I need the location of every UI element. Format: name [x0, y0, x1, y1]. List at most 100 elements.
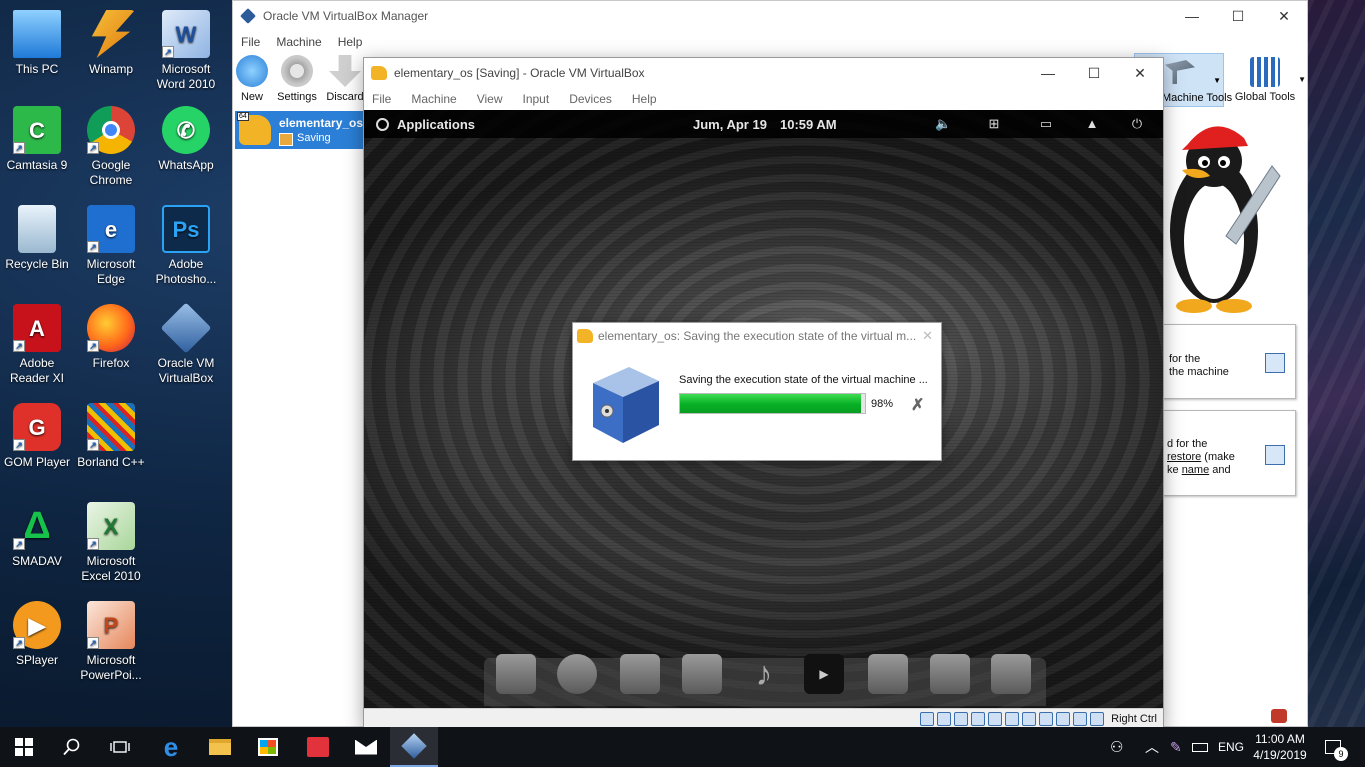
- desktop-icon-virtualbox[interactable]: Oracle VM VirtualBox: [149, 302, 223, 386]
- welcome-card-machine[interactable]: for the the machine: [1162, 324, 1296, 399]
- global-tools-button[interactable]: Global Tools ▼: [1230, 53, 1306, 107]
- video-capture-icon[interactable]: [1039, 711, 1054, 726]
- network-icon[interactable]: ⊞: [987, 117, 1001, 131]
- menu-file[interactable]: File: [241, 35, 260, 49]
- maximize-button[interactable]: ☐: [1071, 58, 1117, 88]
- splayer-icon: ▶ ↗: [13, 601, 61, 649]
- close-button[interactable]: ✕: [1261, 1, 1307, 31]
- task-view-button[interactable]: [96, 727, 144, 767]
- card-link-restore[interactable]: restore: [1167, 451, 1201, 463]
- desktop-icon-excel[interactable]: X ↗ Microsoft Excel 2010: [74, 502, 148, 584]
- taskbar-mail[interactable]: [342, 727, 390, 767]
- guest-date[interactable]: Jum, Apr 19: [693, 117, 767, 132]
- taskbar-clock[interactable]: 11:00 AM 4/19/2019: [1249, 731, 1311, 763]
- taskbar-store[interactable]: [244, 727, 292, 767]
- desktop-icon-recycle-bin[interactable]: Recycle Bin: [0, 205, 74, 272]
- desktop-icon-splayer[interactable]: ▶ ↗ SPlayer: [0, 601, 74, 668]
- volume-icon[interactable]: 🔈: [935, 117, 951, 131]
- mail-icon[interactable]: [620, 654, 660, 694]
- desktop-icon-microsoft-edge[interactable]: e ↗ Microsoft Edge: [74, 205, 148, 287]
- desktop-icon-this-pc[interactable]: This PC: [0, 10, 74, 77]
- audio-icon[interactable]: [954, 711, 969, 726]
- vm-list-item-elementary-os[interactable]: elementary_os Saving: [235, 111, 363, 149]
- menu-file[interactable]: File: [372, 92, 391, 106]
- dialog-titlebar[interactable]: elementary_os: Saving the execution stat…: [573, 323, 941, 349]
- start-button[interactable]: [0, 727, 48, 767]
- desktop-icon-word[interactable]: W ↗ Microsoft Word 2010: [149, 10, 223, 92]
- app-center-icon[interactable]: [991, 654, 1031, 694]
- desktop-icon-gom-player[interactable]: G ↗ GOM Player: [0, 403, 74, 470]
- language-indicator[interactable]: ENG: [1218, 727, 1244, 767]
- mouse-integration-icon[interactable]: [1073, 711, 1088, 726]
- guest-time[interactable]: 10:59 AM: [780, 117, 837, 132]
- new-button[interactable]: New: [229, 55, 275, 103]
- welcome-card-snapshots[interactable]: d for the restore (make ke name and: [1162, 410, 1296, 496]
- menu-machine[interactable]: Machine: [276, 35, 321, 49]
- applications-menu[interactable]: Applications: [376, 117, 475, 132]
- card-link-name[interactable]: name: [1182, 464, 1210, 476]
- chevron-down-icon[interactable]: ▼: [1213, 76, 1221, 85]
- menu-devices[interactable]: Devices: [569, 92, 612, 106]
- settings-button[interactable]: Settings: [274, 55, 320, 103]
- optical-drive-icon[interactable]: [937, 711, 952, 726]
- browser-icon[interactable]: [557, 654, 597, 694]
- close-button[interactable]: ✕: [1117, 58, 1163, 88]
- minimize-button[interactable]: —: [1169, 1, 1215, 31]
- taskbar-gift-app[interactable]: [294, 727, 342, 767]
- desktop-icon-borland[interactable]: ↗ Borland C++: [74, 403, 148, 470]
- taskbar-edge[interactable]: e: [147, 727, 195, 767]
- borland-icon: ↗: [87, 403, 135, 451]
- menu-help[interactable]: Help: [338, 35, 363, 49]
- minimize-button[interactable]: —: [1025, 58, 1071, 88]
- task-view-icon: [110, 741, 130, 753]
- menu-help[interactable]: Help: [632, 92, 657, 106]
- pen-workspace-button[interactable]: ✎: [1170, 727, 1182, 767]
- taskbar-file-explorer[interactable]: [196, 727, 244, 767]
- desktop-icon-powerpoint[interactable]: P ↗ Microsoft PowerPoi...: [74, 601, 148, 683]
- search-button[interactable]: [48, 727, 96, 767]
- desktop-icon-label: Firefox: [92, 356, 130, 370]
- calendar-icon[interactable]: [682, 654, 722, 694]
- music-icon[interactable]: ♪: [744, 654, 784, 694]
- desktop-icon-photoshop[interactable]: Ps Adobe Photosho...: [149, 205, 223, 287]
- cpu-icon[interactable]: [1056, 711, 1071, 726]
- battery-button[interactable]: [1192, 727, 1208, 767]
- multitasking-view-icon[interactable]: [496, 654, 536, 694]
- videos-icon[interactable]: ▶: [804, 654, 844, 694]
- taskbar-virtualbox[interactable]: [390, 727, 438, 767]
- desktop-icon-label: Microsoft Excel 2010: [81, 554, 141, 583]
- desktop-icon-smadav[interactable]: Δ ↗ SMADAV: [0, 502, 74, 569]
- new-star-icon: [236, 55, 268, 87]
- desktop-icon-firefox[interactable]: ↗ Firefox: [74, 304, 148, 371]
- cancel-operation-icon[interactable]: ✗: [911, 395, 924, 415]
- menu-input[interactable]: Input: [523, 92, 550, 106]
- desktop-icon-whatsapp[interactable]: ✆ WhatsApp: [149, 106, 223, 173]
- discard-button[interactable]: Discard: [322, 55, 368, 103]
- power-icon[interactable]: ⏻: [1130, 117, 1144, 131]
- close-icon[interactable]: ✕: [922, 328, 933, 344]
- menu-view[interactable]: View: [477, 92, 503, 106]
- shared-folders-icon[interactable]: [1005, 711, 1020, 726]
- recycle-bin-icon: [18, 205, 56, 253]
- desktop-icon-winamp[interactable]: Winamp: [74, 10, 148, 77]
- people-button[interactable]: ⚇: [1110, 727, 1123, 767]
- chevron-down-icon[interactable]: ▼: [1298, 75, 1306, 84]
- network-adapter-icon[interactable]: [971, 711, 986, 726]
- menu-machine[interactable]: Machine: [411, 92, 456, 106]
- notifications-bell-icon[interactable]: ▲: [1085, 117, 1099, 131]
- system-settings-icon[interactable]: [930, 654, 970, 694]
- keyboard-arrow-icon[interactable]: [1090, 711, 1105, 726]
- display-icon[interactable]: [1022, 711, 1037, 726]
- battery-icon[interactable]: ▭: [1037, 117, 1055, 131]
- photos-icon[interactable]: [868, 654, 908, 694]
- desktop-icon-adobe-reader[interactable]: A ↗ Adobe Reader XI: [0, 304, 74, 386]
- manager-titlebar[interactable]: Oracle VM VirtualBox Manager: [233, 1, 1307, 31]
- desktop-icon-google-chrome[interactable]: ↗ Google Chrome: [74, 106, 148, 188]
- global-tools-label: Global Tools: [1234, 91, 1296, 103]
- maximize-button[interactable]: ☐: [1215, 1, 1261, 31]
- action-center-button[interactable]: 9: [1325, 727, 1348, 767]
- hard-disk-icon[interactable]: [920, 711, 935, 726]
- usb-icon[interactable]: [988, 711, 1003, 726]
- show-hidden-icons-button[interactable]: ︿: [1145, 727, 1159, 767]
- desktop-icon-camtasia[interactable]: C ↗ Camtasia 9: [0, 106, 74, 173]
